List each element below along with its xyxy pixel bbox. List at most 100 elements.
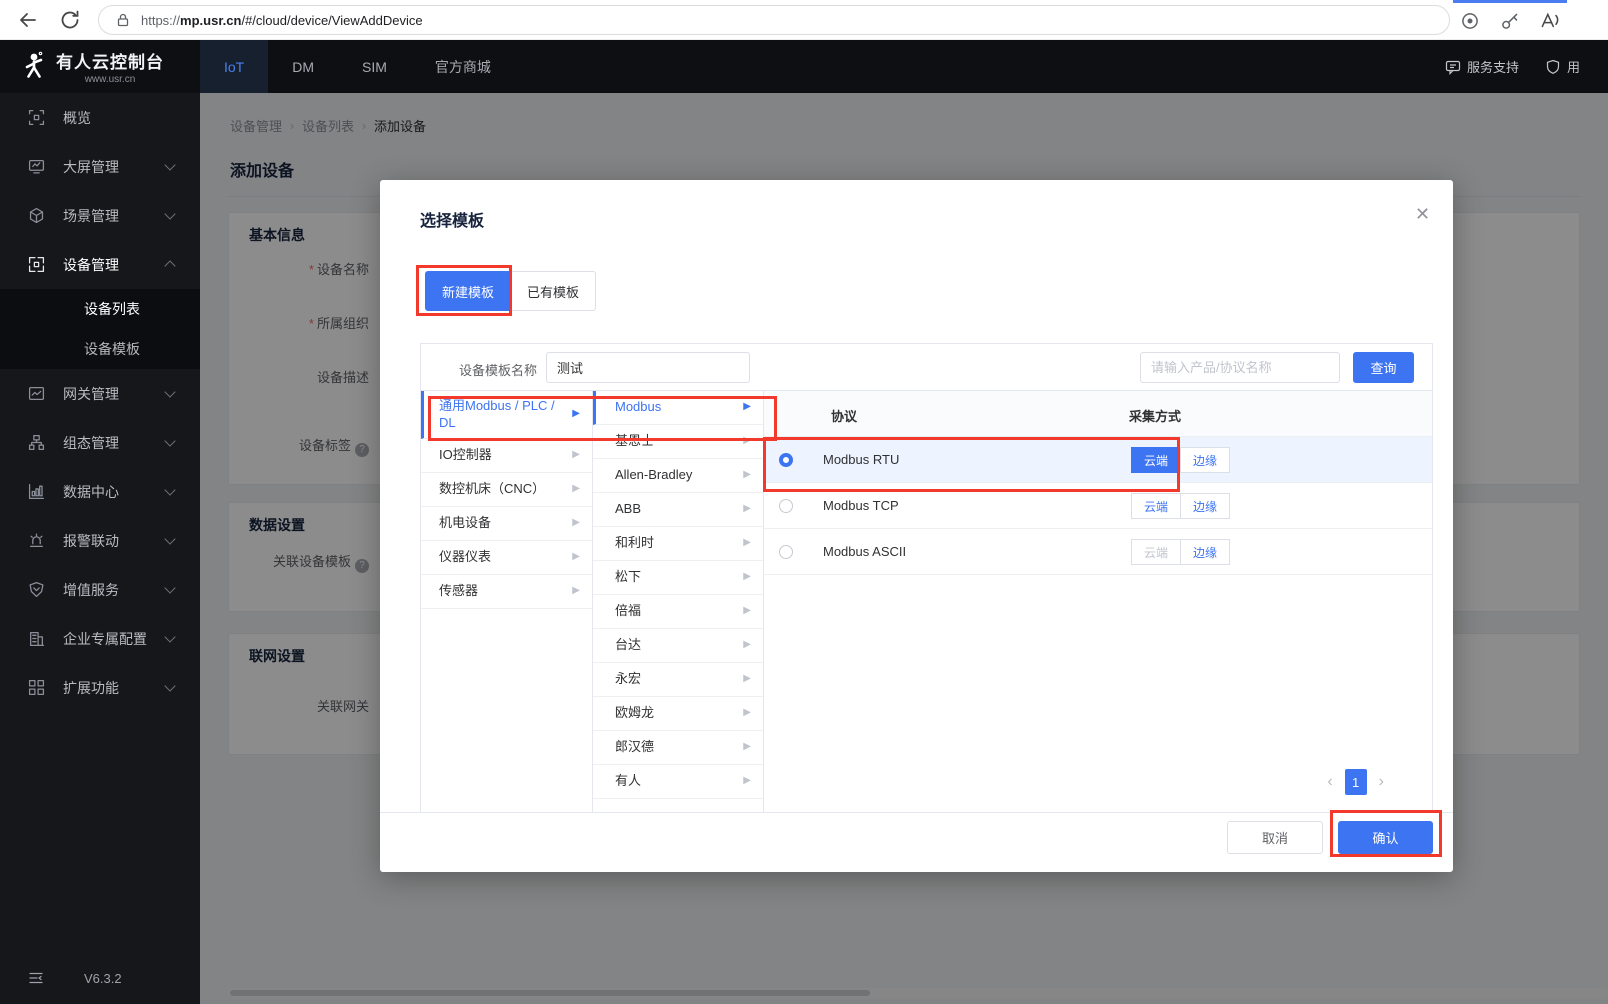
brand-item[interactable]: 松下▶ [593,561,763,595]
read-aloud-icon[interactable] [1538,9,1560,31]
sidebar-item-device[interactable]: 设备管理 [0,240,200,289]
edge-collect-button[interactable]: 边缘 [1180,493,1230,519]
nav-item-iot[interactable]: IoT [200,40,268,93]
collapse-sidebar-icon[interactable] [28,970,44,986]
service-support-link[interactable]: 服务支持 [1445,57,1519,76]
protocol-radio[interactable] [779,499,793,513]
chevron-down-icon [164,484,175,495]
brand-item[interactable]: 郎汉德▶ [593,731,763,765]
protocol-radio[interactable] [779,453,793,467]
app-logo[interactable]: 有人云控制台 www.usr.cn [0,40,200,93]
user-center-link[interactable]: 用 [1545,57,1580,76]
collect-column-header: 采集方式 [1129,406,1181,425]
sidebar-item-gateway[interactable]: 网关管理 [0,369,200,418]
close-icon[interactable]: ✕ [1415,204,1430,225]
app-subtitle: www.usr.cn [85,74,136,85]
overview-icon [28,109,45,126]
category-item[interactable]: 传感器▶ [421,575,592,609]
sidebar-item-datacenter[interactable]: 数据中心 [0,467,200,516]
sidebar-item-alarm[interactable]: 报警联动 [0,516,200,565]
chevron-down-icon [164,631,175,642]
brand-item[interactable]: 和利时▶ [593,527,763,561]
nav-item-sim[interactable]: SIM [338,40,411,93]
arrow-right-icon: ▶ [743,605,751,618]
enterprise-icon [28,630,45,647]
protocol-search-input[interactable] [1140,352,1340,383]
nav-item-dm[interactable]: DM [268,40,338,93]
arrow-right-icon: ▶ [743,707,751,720]
sidebar-subitem[interactable]: 设备列表 [0,289,200,329]
arrow-right-icon: ▶ [572,585,580,598]
sidebar-item-overview[interactable]: 概览 [0,93,200,142]
topology-icon [28,434,45,451]
sidebar-bottom: V6.3.2 [0,970,200,986]
prev-page-icon[interactable]: ‹ [1327,774,1332,790]
arrow-right-icon: ▶ [743,673,751,686]
arrow-right-icon: ▶ [572,551,580,564]
arrow-right-icon: ▶ [743,401,751,414]
category-item[interactable]: 机电设备▶ [421,507,592,541]
address-bar[interactable]: https://mp.usr.cn/#/cloud/device/ViewAdd… [98,5,1450,35]
arrow-right-icon: ▶ [743,571,751,584]
selector-body: 通用Modbus / PLC / DL▶IO控制器▶数控机床（CNC）▶机电设备… [421,391,1432,813]
page-number[interactable]: 1 [1345,769,1367,795]
brand-item[interactable]: 有人▶ [593,765,763,799]
version-label: V6.3.2 [84,971,122,986]
browser-refresh-icon[interactable] [58,8,82,32]
browser-back-icon[interactable] [16,8,40,32]
sidebar-item-scene[interactable]: 场景管理 [0,191,200,240]
brand-item[interactable]: Allen-Bradley▶ [593,459,763,493]
category-item[interactable]: 数控机床（CNC）▶ [421,473,592,507]
brand-item[interactable]: ABB▶ [593,493,763,527]
sidebar-subitem[interactable]: 设备模板 [0,329,200,369]
brand-item[interactable]: 欧姆龙▶ [593,697,763,731]
browser-tab-accent [1453,0,1567,3]
modal-title: 选择模板 [420,207,484,231]
cloud-collect-button[interactable]: 云端 [1131,447,1181,473]
sidebar-item-topology[interactable]: 组态管理 [0,418,200,467]
next-page-icon[interactable]: › [1379,774,1384,790]
app-header: 有人云控制台 www.usr.cn IoTDMSIM官方商城 [0,40,1608,93]
protocol-row[interactable]: Modbus ASCII云端边缘 [764,529,1432,575]
category-item[interactable]: 仪器仪表▶ [421,541,592,575]
template-name-row: 设备模板名称 查询 [421,344,1432,391]
tab-existing-template[interactable]: 已有模板 [511,271,596,311]
category-item[interactable]: IO控制器▶ [421,439,592,473]
brand-item[interactable]: 基恩士▶ [593,425,763,459]
tab-new-template[interactable]: 新建模板 [425,271,511,311]
edge-collect-button[interactable]: 边缘 [1180,539,1230,565]
arrow-right-icon: ▶ [743,775,751,788]
brand-item[interactable]: Modbus▶ [593,391,763,425]
browser-toolbar: https://mp.usr.cn/#/cloud/device/ViewAdd… [0,0,1608,40]
sidebar-item-value[interactable]: 增值服务 [0,565,200,614]
sidebar-submenu: 设备列表设备模板 [0,289,200,369]
cancel-button[interactable]: 取消 [1227,821,1323,854]
protocol-row[interactable]: Modbus RTU云端边缘 [764,437,1432,483]
brand-item[interactable]: 倍福▶ [593,595,763,629]
arrow-right-icon: ▶ [572,408,580,421]
chevron-down-icon [164,386,175,397]
protocol-row[interactable]: Modbus TCP云端边缘 [764,483,1432,529]
brand-item[interactable]: 台达▶ [593,629,763,663]
nav-item-官方商城[interactable]: 官方商城 [411,40,515,93]
sidebar-item-screen[interactable]: 大屏管理 [0,142,200,191]
datacenter-icon [28,483,45,500]
arrow-right-icon: ▶ [743,741,751,754]
cloud-collect-button[interactable]: 云端 [1131,493,1181,519]
chevron-up-icon [164,260,175,271]
protocol-radio[interactable] [779,545,793,559]
password-key-icon[interactable] [1498,9,1520,31]
template-name-input[interactable] [546,352,750,383]
edge-collect-button[interactable]: 边缘 [1180,447,1230,473]
brand-item[interactable]: 永宏▶ [593,663,763,697]
confirm-button[interactable]: 确认 [1338,821,1433,854]
protocol-table: 协议 采集方式 Modbus RTU云端边缘Modbus TCP云端边缘Modb… [764,391,1432,813]
send-to-device-icon[interactable] [1458,9,1480,31]
search-button[interactable]: 查询 [1353,352,1414,383]
category-item[interactable]: 通用Modbus / PLC / DL▶ [421,391,592,439]
cloud-collect-button[interactable]: 云端 [1131,539,1181,565]
sidebar-item-enterprise[interactable]: 企业专属配置 [0,614,200,663]
sidebar-item-extend[interactable]: 扩展功能 [0,663,200,712]
protocol-column-header: 协议 [831,406,857,425]
arrow-right-icon: ▶ [572,449,580,462]
